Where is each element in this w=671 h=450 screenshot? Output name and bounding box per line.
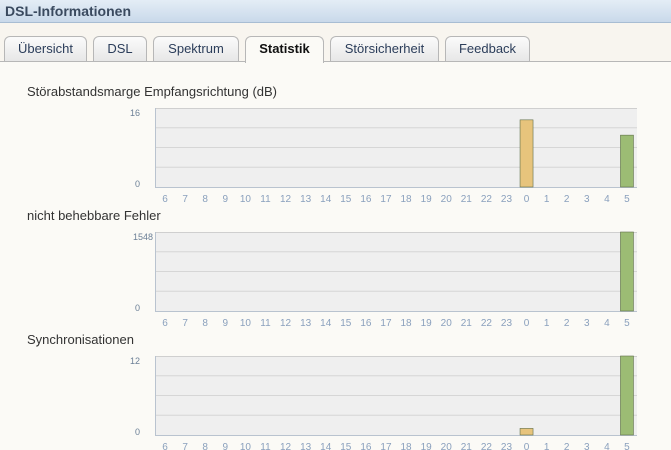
- y-max-label: 1548: [133, 232, 153, 242]
- x-tick-label: 12: [280, 442, 292, 450]
- x-tick-label: 21: [461, 194, 473, 205]
- x-tick-label: 15: [340, 318, 352, 329]
- bar-0: [519, 119, 534, 188]
- tab-dsl[interactable]: DSL: [93, 36, 147, 62]
- x-tick-label: 20: [441, 194, 453, 205]
- x-tick-label: 1: [544, 194, 550, 205]
- chart-title-syncs: Synchronisationen: [27, 332, 134, 347]
- tab-uebersicht[interactable]: Übersicht: [4, 36, 87, 62]
- y-min-label: 0: [135, 179, 140, 189]
- x-tick-label: 18: [400, 318, 412, 329]
- x-tick-label: 4: [604, 318, 610, 329]
- bar-5: [620, 231, 634, 312]
- x-tick-label: 22: [481, 318, 493, 329]
- chart-snr: 1606 7 8 9 10 11 12 13 14 15 16 17 18 19 20 21 22 23 0 1 2 3 4…: [130, 108, 637, 205]
- y-min-label: 0: [135, 427, 140, 437]
- chart-synchronisations: 1206 7 8 9 10 11 12 13 14 15 16 17 18 19 20 21 22 23 0 1 2 3 4…: [130, 355, 637, 450]
- chart-title-errors: nicht behebbare Fehler: [27, 208, 161, 223]
- x-tick-label: 14: [320, 318, 332, 329]
- x-tick-label: 19: [421, 194, 433, 205]
- x-tick-label: 0: [524, 442, 530, 450]
- x-tick-label: 9: [223, 442, 229, 450]
- tab-stoersicherheit[interactable]: Störsicherheit: [330, 36, 439, 62]
- x-tick-label: 6: [162, 194, 168, 205]
- x-tick-label: 13: [300, 318, 312, 329]
- x-tick-label: 18: [400, 194, 412, 205]
- x-tick-label: 14: [320, 194, 332, 205]
- chart-title-snr: Störabstandsmarge Empfangsrichtung (dB): [27, 84, 278, 99]
- tab-baseline: [0, 61, 671, 62]
- y-max-label: 16: [130, 108, 140, 118]
- x-tick-label: 11: [260, 442, 271, 450]
- tab-spektrum[interactable]: Spektrum: [153, 36, 239, 62]
- window-title: DSL-Informationen: [5, 3, 131, 19]
- x-tick-label: 15: [340, 442, 352, 450]
- x-tick-label: 7: [182, 318, 188, 329]
- x-tick-label: 17: [380, 442, 392, 450]
- x-tick-label: 7: [182, 194, 188, 205]
- x-tick-label: 17: [380, 318, 392, 329]
- x-tick-label: 17: [380, 194, 392, 205]
- x-tick-label: 3: [584, 194, 590, 205]
- x-tick-label: 3: [584, 442, 590, 450]
- title-bar: DSL-Informationen: [0, 0, 671, 23]
- x-tick-label: 16: [360, 318, 372, 329]
- x-tick-label: 23: [501, 442, 513, 450]
- x-tick-label: 20: [441, 442, 453, 450]
- x-tick-label: 22: [481, 194, 493, 205]
- x-tick-label: 8: [202, 318, 208, 329]
- x-tick-label: 6: [162, 442, 168, 450]
- x-tick-label: 4: [604, 194, 610, 205]
- x-tick-label: 11: [260, 194, 271, 205]
- bar-5: [620, 355, 634, 436]
- x-tick-label: 20: [441, 318, 453, 329]
- x-tick-label: 5: [624, 318, 630, 329]
- x-tick-label: 1: [544, 318, 550, 329]
- y-max-label: 12: [130, 356, 140, 366]
- x-tick-label: 2: [564, 318, 570, 329]
- x-tick-label: 22: [481, 442, 493, 450]
- x-tick-label: 12: [280, 318, 292, 329]
- x-tick-label: 13: [300, 442, 312, 450]
- chart-uncorrectable-errors: 154806 7 8 9 10 11 12 13 14 15 16 17 18 19 20 21 22 23 0 1 2…: [133, 231, 637, 329]
- x-tick-label: 4: [604, 442, 610, 450]
- x-tick-label: 0: [524, 318, 530, 329]
- x-tick-label: 5: [624, 194, 630, 205]
- bar-5: [620, 134, 634, 188]
- x-tick-label: 11: [260, 318, 271, 329]
- x-tick-label: 5: [624, 442, 630, 450]
- x-tick-label: 9: [223, 318, 229, 329]
- x-tick-label: 8: [202, 442, 208, 450]
- x-tick-label: 19: [421, 442, 433, 450]
- x-tick-label: 21: [461, 442, 473, 450]
- tab-feedback[interactable]: Feedback: [445, 36, 530, 62]
- x-tick-label: 10: [240, 442, 252, 450]
- x-tick-label: 2: [564, 442, 570, 450]
- x-tick-label: 6: [162, 318, 168, 329]
- x-tick-label: 13: [300, 194, 312, 205]
- x-tick-label: 12: [280, 194, 292, 205]
- x-tick-label: 16: [360, 194, 372, 205]
- x-tick-label: 3: [584, 318, 590, 329]
- x-tick-label: 10: [240, 318, 252, 329]
- x-tick-label: 15: [340, 194, 352, 205]
- x-tick-label: 16: [360, 442, 372, 450]
- x-tick-label: 23: [501, 194, 513, 205]
- x-tick-label: 23: [501, 318, 513, 329]
- x-tick-label: 8: [202, 194, 208, 205]
- x-tick-label: 10: [240, 194, 252, 205]
- x-tick-label: 9: [223, 194, 229, 205]
- tab-statistik[interactable]: Statistik: [245, 36, 324, 63]
- x-tick-label: 0: [524, 194, 530, 205]
- y-min-label: 0: [135, 303, 140, 313]
- x-tick-label: 1: [544, 442, 550, 450]
- x-tick-label: 7: [182, 442, 188, 450]
- x-tick-label: 14: [320, 442, 332, 450]
- x-tick-label: 21: [461, 318, 473, 329]
- x-tick-label: 18: [400, 442, 412, 450]
- x-tick-label: 19: [421, 318, 433, 329]
- x-tick-label: 2: [564, 194, 570, 205]
- bar-0: [519, 428, 534, 436]
